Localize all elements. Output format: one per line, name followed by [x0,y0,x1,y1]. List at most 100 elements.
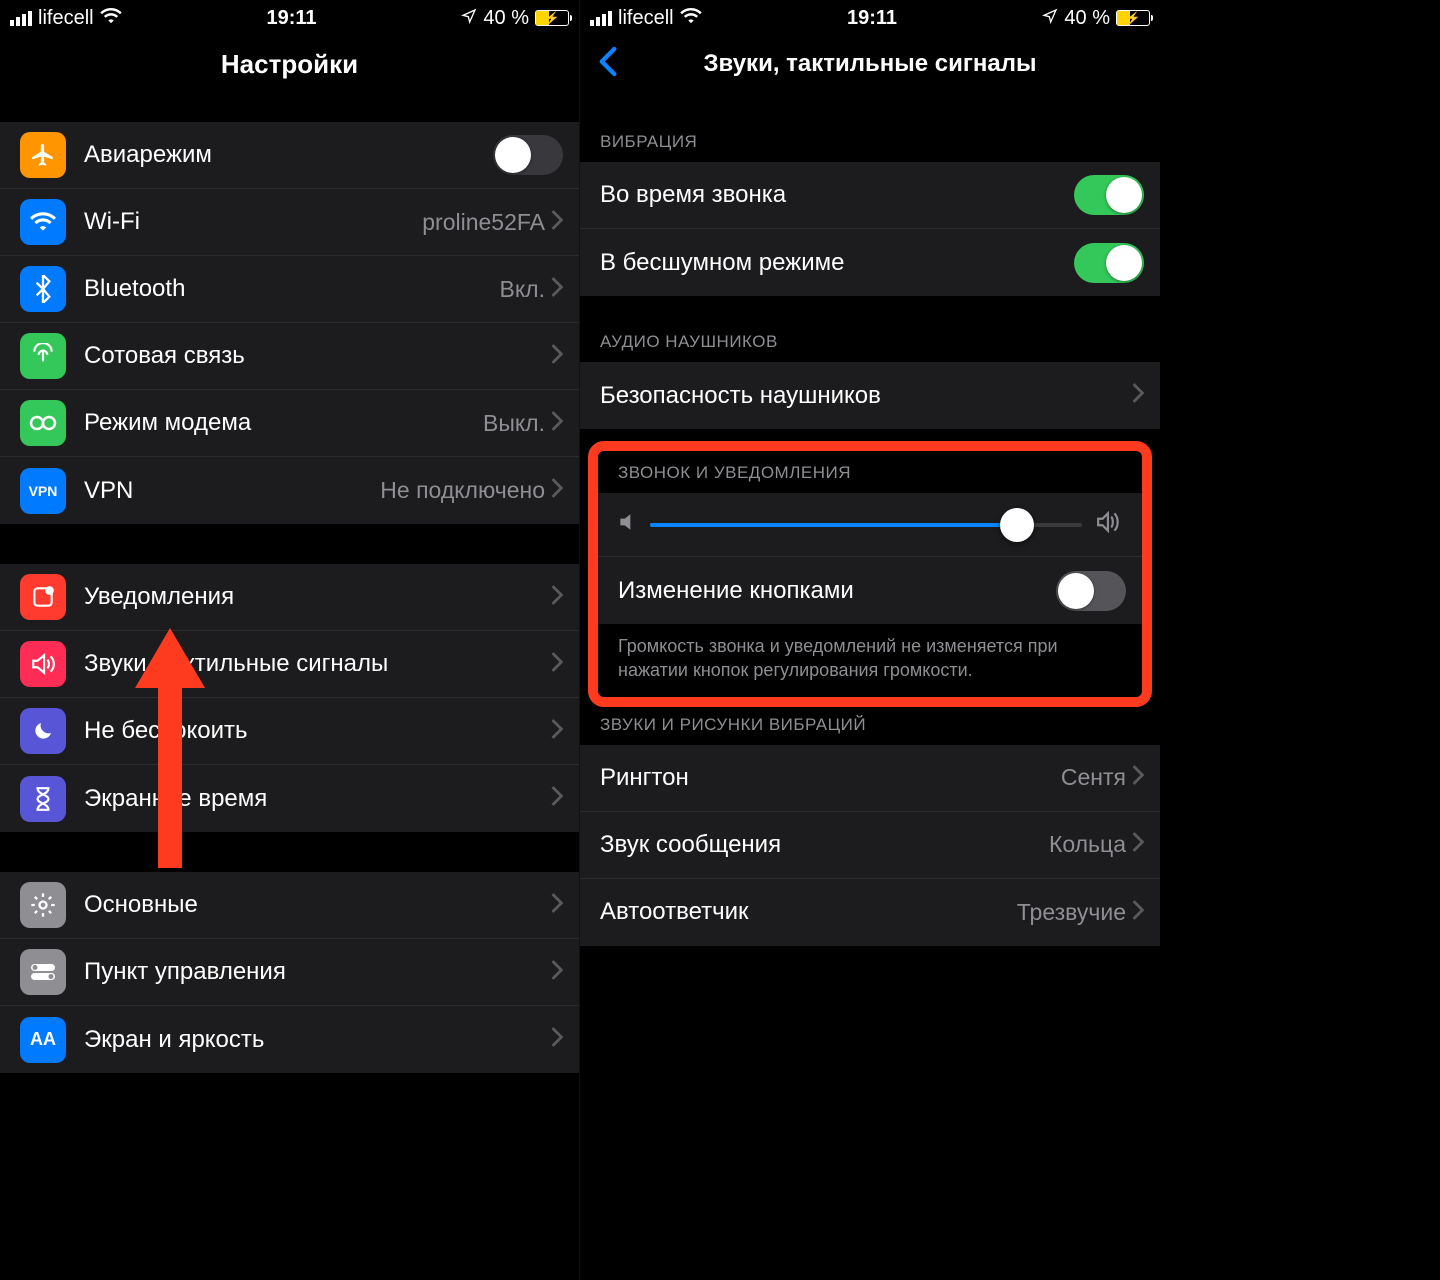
vibrate-on-ring-toggle[interactable] [1074,175,1144,215]
notifications-label: Уведомления [84,583,551,611]
chevron-icon [551,719,563,744]
clock: 19:11 [702,7,1043,30]
wifi-icon [20,199,66,245]
control-center-label: Пункт управления [84,958,551,986]
vibrate-on-ring-label: Во время звонка [600,181,1074,209]
bluetooth-icon [20,266,66,312]
vibrate-on-ring-row[interactable]: Во время звонка [580,162,1160,229]
switches-icon [20,949,66,995]
status-bar: lifecell 19:11 40 % ⚡ [580,0,1160,36]
chevron-icon [1132,383,1144,408]
headphone-safety-row[interactable]: Безопасность наушников [580,362,1160,429]
wifi-icon [680,7,702,30]
voicemail-row[interactable]: Автоответчик Трезвучие [580,879,1160,946]
hotspot-value: Выкл. [483,410,545,437]
connectivity-group: Авиарежим Wi-Fi proline52FA Bluetooth Вк… [0,122,579,524]
screentime-label: Экранное время [84,785,551,813]
text-tone-value: Кольца [1049,831,1126,858]
vpn-value: Не подключено [380,477,545,504]
chevron-icon [551,652,563,677]
chevron-icon [551,960,563,985]
bluetooth-label: Bluetooth [84,275,500,303]
general-row[interactable]: Основные [0,872,579,939]
settings-screen: lifecell 19:11 40 % ⚡ Настройки Авиарежи… [0,0,580,1280]
chevron-icon [551,210,563,235]
vibrate-on-silent-label: В бесшумном режиме [600,249,1074,277]
chevron-icon [551,411,563,436]
sounds-label: Звуки, тактильные сигналы [84,650,551,678]
change-with-buttons-toggle[interactable] [1056,571,1126,611]
volume-low-icon [618,512,636,537]
bluetooth-value: Вкл. [500,276,545,303]
patterns-header: ЗВУКИ И РИСУНКИ ВИБРАЦИЙ [580,715,1160,745]
vibrate-on-silent-toggle[interactable] [1074,243,1144,283]
screentime-row[interactable]: Экранное время [0,765,579,832]
voicemail-label: Автоответчик [600,898,1017,926]
headphone-header: АУДИО НАУШНИКОВ [580,332,1160,362]
general-label: Основные [84,891,551,919]
cellular-signal-icon [10,11,32,26]
ringer-volume-slider[interactable] [650,523,1082,527]
hotspot-row[interactable]: Режим модема Выкл. [0,390,579,457]
ringer-header: ЗВОНОК И УВЕДОМЛЕНИЯ [598,451,1142,493]
cellular-icon [20,333,66,379]
wifi-icon [100,7,122,30]
ringer-footer: Громкость звонка и уведомлений не изменя… [598,624,1142,697]
vpn-row[interactable]: VPN VPN Не подключено [0,457,579,524]
sounds-row[interactable]: Звуки, тактильные сигналы [0,631,579,698]
ringtone-value: Сентя [1061,764,1126,791]
ringer-group: Изменение кнопками [598,493,1142,624]
chevron-icon [551,277,563,302]
sounds-icon [20,641,66,687]
chevron-icon [551,893,563,918]
change-with-buttons-label: Изменение кнопками [618,577,1056,605]
control-center-row[interactable]: Пункт управления [0,939,579,1006]
display-row[interactable]: AA Экран и яркость [0,1006,579,1073]
gear-icon [20,882,66,928]
hotspot-icon [20,400,66,446]
chevron-icon [1132,765,1144,790]
page-title: Звуки, тактильные сигналы [704,50,1037,78]
wifi-row[interactable]: Wi-Fi proline52FA [0,189,579,256]
airplane-mode-row[interactable]: Авиарежим [0,122,579,189]
status-bar: lifecell 19:11 40 % ⚡ [0,0,579,36]
battery-icon: ⚡ [1116,10,1150,26]
ringtone-label: Рингтон [600,764,1061,792]
battery-percent: 40 % [1064,7,1110,30]
vibration-header: ВИБРАЦИЯ [580,132,1160,162]
chevron-icon [551,478,563,503]
chevron-icon [551,1027,563,1052]
battery-icon: ⚡ [535,10,569,26]
navbar: Звуки, тактильные сигналы [580,36,1160,92]
display-icon: AA [20,1017,66,1063]
vibration-group: Во время звонка В бесшумном режиме [580,162,1160,296]
headphone-safety-label: Безопасность наушников [600,382,1132,410]
battery-percent: 40 % [483,7,529,30]
attention-group: Уведомления Звуки, тактильные сигналы Не… [0,564,579,832]
cellular-row[interactable]: Сотовая связь [0,323,579,390]
notifications-icon [20,574,66,620]
ringtone-row[interactable]: Рингтон Сентя [580,745,1160,812]
cellular-label: Сотовая связь [84,342,551,370]
moon-icon [20,708,66,754]
chevron-icon [551,786,563,811]
bluetooth-row[interactable]: Bluetooth Вкл. [0,256,579,323]
clock: 19:11 [122,7,462,30]
hourglass-icon [20,776,66,822]
display-label: Экран и яркость [84,1026,551,1054]
back-button[interactable] [590,41,626,88]
airplane-label: Авиарежим [84,141,493,169]
notifications-row[interactable]: Уведомления [0,564,579,631]
text-tone-row[interactable]: Звук сообщения Кольца [580,812,1160,879]
annotation-highlight: ЗВОНОК И УВЕДОМЛЕНИЯ Изменение кнопками … [588,441,1152,707]
vpn-icon: VPN [20,468,66,514]
sounds-screen: lifecell 19:11 40 % ⚡ Звуки, тактильные … [580,0,1160,1280]
change-with-buttons-row[interactable]: Изменение кнопками [598,557,1142,624]
vibrate-on-silent-row[interactable]: В бесшумном режиме [580,229,1160,296]
ringer-volume-row [598,493,1142,557]
system-group: Основные Пункт управления AA Экран и ярк… [0,872,579,1073]
chevron-icon [551,344,563,369]
dnd-row[interactable]: Не беспокоить [0,698,579,765]
chevron-icon [1132,832,1144,857]
airplane-toggle[interactable] [493,135,563,175]
